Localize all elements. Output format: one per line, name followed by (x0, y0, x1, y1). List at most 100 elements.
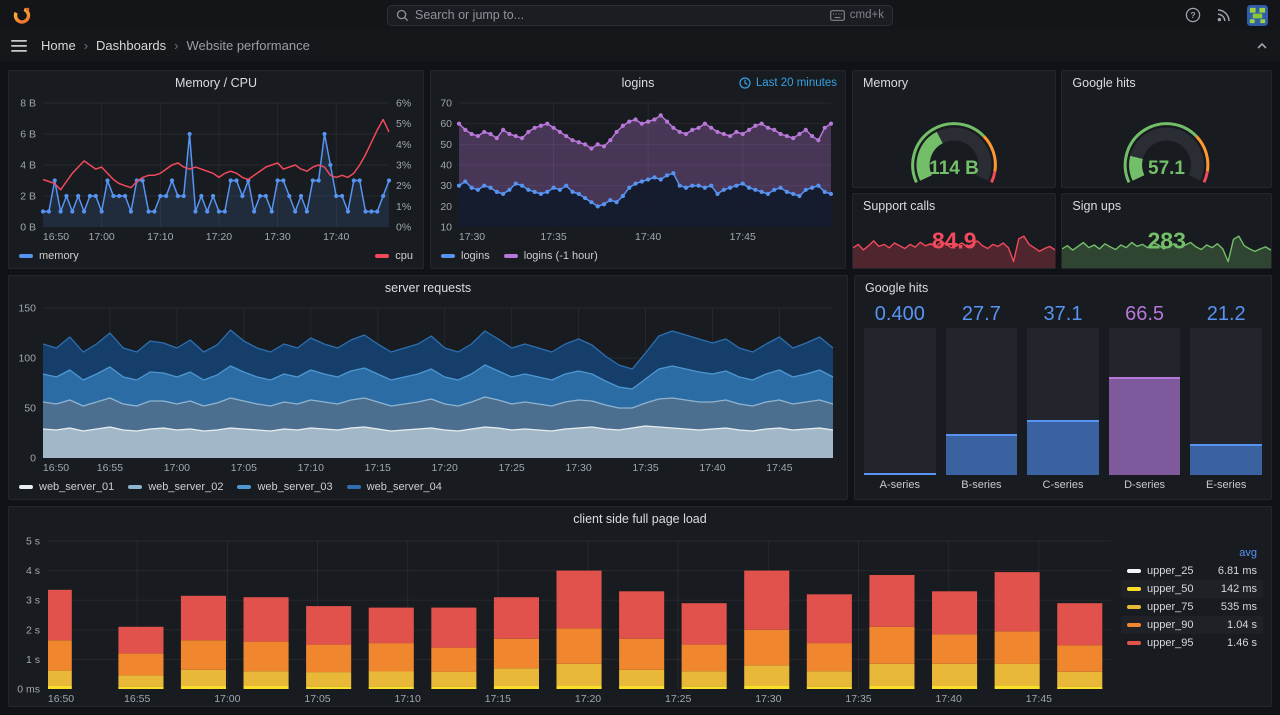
svg-text:10: 10 (440, 222, 452, 234)
search-bar[interactable]: Search or jump to... cmd+k (387, 4, 893, 26)
legend-swatch (128, 485, 143, 489)
legend-item[interactable]: web_server_01 (19, 481, 114, 493)
bar-gauge-fill (1190, 443, 1262, 475)
svg-text:4 B: 4 B (20, 160, 36, 172)
server-requests-chart[interactable]: 0 50 100 150 16:50 16:55 17:00 17:05 17:10 17:15 1… (9, 300, 847, 475)
menu-toggle[interactable] (11, 39, 27, 53)
legend-item[interactable]: logins (-1 hour) (503, 250, 598, 262)
bar-gauge-value: 66.5 (1125, 303, 1165, 325)
svg-text:17:05: 17:05 (231, 462, 257, 474)
svg-text:17:40: 17:40 (323, 231, 349, 243)
bar-gauge-value: 0.400 (874, 303, 925, 325)
gauge-value: 57.1 (1148, 158, 1185, 179)
search-placeholder: Search or jump to... (415, 8, 525, 22)
news-button[interactable] (1216, 7, 1232, 23)
bar-gauge-label: A-series (879, 479, 920, 491)
panel-title[interactable]: Memory / CPU (9, 71, 423, 95)
legend-table-row[interactable]: upper_25 6.81 ms (1121, 562, 1263, 580)
legend-avg-value: 6.81 ms (1217, 565, 1257, 577)
legend-table-row[interactable]: upper_95 1.46 s (1121, 634, 1263, 652)
chart-legend: web_server_01 web_server_02 web_server_03 w… (9, 475, 847, 499)
panel-memory-gauge: Memory 114 B (852, 70, 1057, 188)
svg-text:150: 150 (18, 303, 36, 315)
legend-series-name: upper_95 (1147, 637, 1194, 649)
time-range-link[interactable]: Last 20 minutes (739, 71, 837, 95)
shortcut-label: cmd+k (849, 9, 884, 21)
svg-text:40: 40 (440, 160, 452, 172)
svg-text:16:50: 16:50 (43, 231, 69, 243)
svg-text:30: 30 (440, 180, 452, 192)
legend-avg-value: 142 ms (1220, 583, 1257, 595)
panel-title[interactable]: Sign ups (1062, 194, 1271, 218)
legend-item[interactable]: web_server_02 (128, 481, 223, 493)
bar-gauge-column: 21.2 E-series (1190, 302, 1262, 495)
svg-text:17:15: 17:15 (485, 693, 511, 705)
logins-chart[interactable]: 10 20 30 40 50 60 70 17:30 17:35 17:40 17:45 (431, 95, 845, 244)
svg-text:16:55: 16:55 (97, 462, 123, 474)
bar-gauge-fill (1108, 377, 1181, 475)
help-button[interactable]: ? (1185, 7, 1201, 23)
bar-gauge-column: 0.400 A-series (864, 302, 936, 495)
svg-text:0 ms: 0 ms (17, 684, 40, 696)
svg-text:5%: 5% (396, 118, 411, 130)
memory-cpu-chart[interactable]: 0 B 2 B 4 B 6 B 8 B 0% 1% 2% 3% 4% 5% 6% 16:50 17:00 1… (9, 95, 423, 244)
legend-series-name: upper_90 (1147, 619, 1194, 631)
panel-title[interactable]: client side full page load (9, 507, 1271, 531)
page-load-chart[interactable]: 0 ms 1 s 2 s 3 s 4 s 5 s 16:50 16:55 17:00 17:05 1… (9, 531, 1121, 706)
collapse-toolbar-button[interactable] (1255, 39, 1269, 53)
svg-text:17:25: 17:25 (499, 462, 525, 474)
svg-text:70: 70 (440, 98, 452, 110)
legend-series-name: upper_75 (1147, 601, 1194, 613)
panel-title[interactable]: Google hits (855, 276, 1271, 300)
panel-title[interactable]: Memory (853, 71, 1055, 95)
panel-sign-ups: Sign ups 283 (1061, 193, 1272, 269)
legend-swatch (1127, 569, 1141, 573)
legend-swatch (19, 254, 33, 258)
svg-text:17:35: 17:35 (632, 462, 658, 474)
panel-title[interactable]: Support calls (853, 194, 1055, 218)
legend-table-row[interactable]: upper_75 535 ms (1121, 598, 1263, 616)
legend-item[interactable]: web_server_04 (346, 481, 442, 493)
breadcrumb-dashboards[interactable]: Dashboards (96, 38, 166, 53)
legend-item[interactable]: logins (441, 250, 490, 262)
legend-item[interactable]: memory (19, 250, 79, 262)
svg-text:?: ? (1190, 10, 1195, 20)
svg-text:17:20: 17:20 (575, 693, 601, 705)
panel-memory-cpu: Memory / CPU 0 B 2 B 4 B 6 B 8 B 0% 1% 2% 3% 4% 5%… (8, 70, 424, 269)
bar-gauge-value: 21.2 (1206, 303, 1246, 325)
legend-table-row[interactable]: upper_90 1.04 s (1121, 616, 1263, 634)
svg-text:17:10: 17:10 (147, 231, 173, 243)
bar-gauge-track (1027, 328, 1099, 475)
chart-legend: memory cpu (9, 244, 423, 268)
user-avatar[interactable] (1247, 4, 1268, 26)
bar-gauge-track (945, 328, 1018, 475)
breadcrumb-home[interactable]: Home (41, 38, 76, 53)
svg-text:50: 50 (24, 403, 36, 415)
bar-gauge-column: 66.5 D-series (1108, 302, 1181, 495)
legend-table-row[interactable]: upper_50 142 ms (1121, 580, 1263, 598)
legend-swatch (346, 485, 361, 489)
legend-label: memory (39, 250, 79, 262)
svg-text:20: 20 (440, 201, 452, 213)
bar-gauge-value: 37.1 (1043, 303, 1083, 325)
legend-item[interactable]: web_server_03 (237, 481, 333, 493)
panel-title[interactable]: server requests (9, 276, 847, 300)
svg-text:3%: 3% (396, 160, 411, 172)
svg-text:2%: 2% (396, 180, 411, 192)
memory-gauge: 114 B (853, 95, 1055, 187)
svg-text:17:30: 17:30 (264, 231, 290, 243)
svg-text:17:40: 17:40 (635, 231, 661, 243)
legend-label: web_server_03 (257, 481, 333, 493)
grafana-logo[interactable] (12, 5, 32, 25)
grafana-logo-icon (13, 7, 31, 24)
bar-gauge-fill (1027, 420, 1099, 475)
svg-text:17:40: 17:40 (699, 462, 725, 474)
bar-gauge-fill (945, 434, 1018, 475)
chart-legend: logins logins (-1 hour) (431, 244, 845, 268)
topbar-actions: ? (1185, 4, 1268, 26)
panel-title[interactable]: Google hits (1062, 71, 1271, 95)
legend-item[interactable]: cpu (375, 250, 413, 262)
legend-label: logins (-1 hour) (523, 250, 598, 262)
legend-avg-header: avg (1239, 547, 1257, 559)
svg-text:0 B: 0 B (20, 222, 36, 234)
